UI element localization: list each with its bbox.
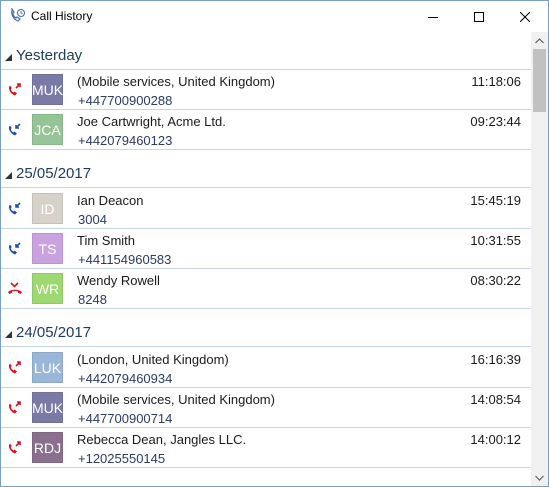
avatar: RDJ bbox=[32, 432, 63, 463]
avatar: JCA bbox=[32, 114, 63, 145]
minimize-button[interactable] bbox=[410, 1, 456, 32]
avatar: MUK bbox=[32, 392, 63, 423]
incoming-call-icon bbox=[8, 202, 21, 215]
call-time: 09:23:44 bbox=[470, 114, 521, 129]
scroll-up-button[interactable] bbox=[531, 32, 548, 49]
caller-number[interactable]: +441154960583 bbox=[78, 252, 171, 267]
call-row[interactable]: TS Tim Smith +441154960583 10:31:55 bbox=[1, 229, 531, 269]
caller-number[interactable]: +12025550145 bbox=[78, 451, 165, 466]
missed-call-icon bbox=[8, 401, 21, 414]
avatar: LUK bbox=[32, 352, 63, 383]
call-row[interactable]: JCA Joe Cartwright, Acme Ltd. +442079460… bbox=[1, 110, 531, 150]
call-row[interactable]: LUK (London, United Kingdom) +4420794609… bbox=[1, 348, 531, 388]
group-header[interactable]: 25/05/2017 bbox=[1, 150, 531, 188]
close-icon bbox=[520, 11, 530, 22]
caller-number[interactable]: 8248 bbox=[78, 292, 107, 307]
chevron-down-icon bbox=[535, 475, 544, 481]
vertical-scrollbar[interactable] bbox=[531, 32, 548, 486]
call-row[interactable]: RDJ Rebecca Dean, Jangles LLC. +12025550… bbox=[1, 428, 531, 468]
close-button[interactable] bbox=[502, 1, 548, 32]
call-history-window: Call History Yesterday MUK (Mobile servi… bbox=[0, 0, 549, 487]
group-header-label: 25/05/2017 bbox=[16, 165, 92, 182]
separator bbox=[1, 467, 531, 468]
call-time: 14:00:12 bbox=[470, 432, 521, 447]
avatar: WR bbox=[32, 273, 63, 304]
incoming-call-icon bbox=[8, 242, 21, 255]
incoming-call-icon bbox=[8, 123, 21, 136]
call-row[interactable]: WR Wendy Rowell 8248 08:30:22 bbox=[1, 269, 531, 309]
scroll-down-button[interactable] bbox=[531, 469, 548, 486]
window-title: Call History bbox=[31, 9, 93, 23]
caller-name: Rebecca Dean, Jangles LLC. bbox=[77, 432, 247, 447]
collapse-triangle-icon[interactable] bbox=[5, 331, 12, 338]
avatar: ID bbox=[32, 193, 63, 224]
scrollbar-thumb[interactable] bbox=[533, 49, 546, 112]
call-time: 16:16:39 bbox=[470, 352, 521, 367]
avatar: TS bbox=[32, 233, 63, 264]
call-list[interactable]: Yesterday MUK (Mobile services, United K… bbox=[1, 32, 531, 486]
caller-name: (Mobile services, United Kingdom) bbox=[77, 392, 275, 407]
avatar: MUK bbox=[32, 74, 63, 105]
caller-name: (Mobile services, United Kingdom) bbox=[77, 74, 275, 89]
caller-number[interactable]: +442079460934 bbox=[78, 371, 172, 386]
collapse-triangle-icon[interactable] bbox=[5, 54, 12, 61]
missed-call-icon bbox=[8, 83, 21, 96]
group-header-label: 24/05/2017 bbox=[16, 324, 92, 341]
call-time: 14:08:54 bbox=[470, 392, 521, 407]
group-header[interactable]: 24/05/2017 bbox=[1, 309, 531, 347]
rejected-call-icon bbox=[8, 282, 22, 294]
minimize-icon bbox=[428, 16, 438, 18]
caller-name: (London, United Kingdom) bbox=[77, 352, 229, 367]
title-bar[interactable]: Call History bbox=[1, 1, 548, 32]
caller-number[interactable]: 3004 bbox=[78, 212, 107, 227]
call-history-app-icon bbox=[11, 8, 26, 22]
caller-number[interactable]: +447700900288 bbox=[78, 93, 172, 108]
group-header-label: Yesterday bbox=[16, 47, 83, 64]
missed-call-icon bbox=[8, 441, 21, 454]
caller-name: Wendy Rowell bbox=[77, 273, 160, 288]
call-time: 10:31:55 bbox=[470, 233, 521, 248]
call-time: 11:18:06 bbox=[471, 74, 521, 89]
caller-number[interactable]: +442079460123 bbox=[78, 133, 172, 148]
call-time: 08:30:22 bbox=[470, 273, 521, 288]
maximize-button[interactable] bbox=[456, 1, 502, 32]
maximize-icon bbox=[474, 11, 484, 22]
caller-number[interactable]: +447700900714 bbox=[78, 411, 172, 426]
separator bbox=[1, 187, 531, 188]
caller-name: Joe Cartwright, Acme Ltd. bbox=[77, 114, 226, 129]
caller-name: Tim Smith bbox=[77, 233, 136, 248]
call-time: 15:45:19 bbox=[470, 193, 521, 208]
separator bbox=[1, 346, 531, 347]
missed-call-icon bbox=[8, 361, 21, 374]
call-row[interactable]: ID Ian Deacon 3004 15:45:19 bbox=[1, 189, 531, 229]
chevron-up-icon bbox=[535, 37, 544, 43]
collapse-triangle-icon[interactable] bbox=[5, 172, 12, 179]
group-header[interactable]: Yesterday bbox=[1, 32, 531, 70]
call-row[interactable]: MUK (Mobile services, United Kingdom) +4… bbox=[1, 70, 531, 110]
caller-name: Ian Deacon bbox=[77, 193, 144, 208]
call-row[interactable]: MUK (Mobile services, United Kingdom) +4… bbox=[1, 388, 531, 428]
